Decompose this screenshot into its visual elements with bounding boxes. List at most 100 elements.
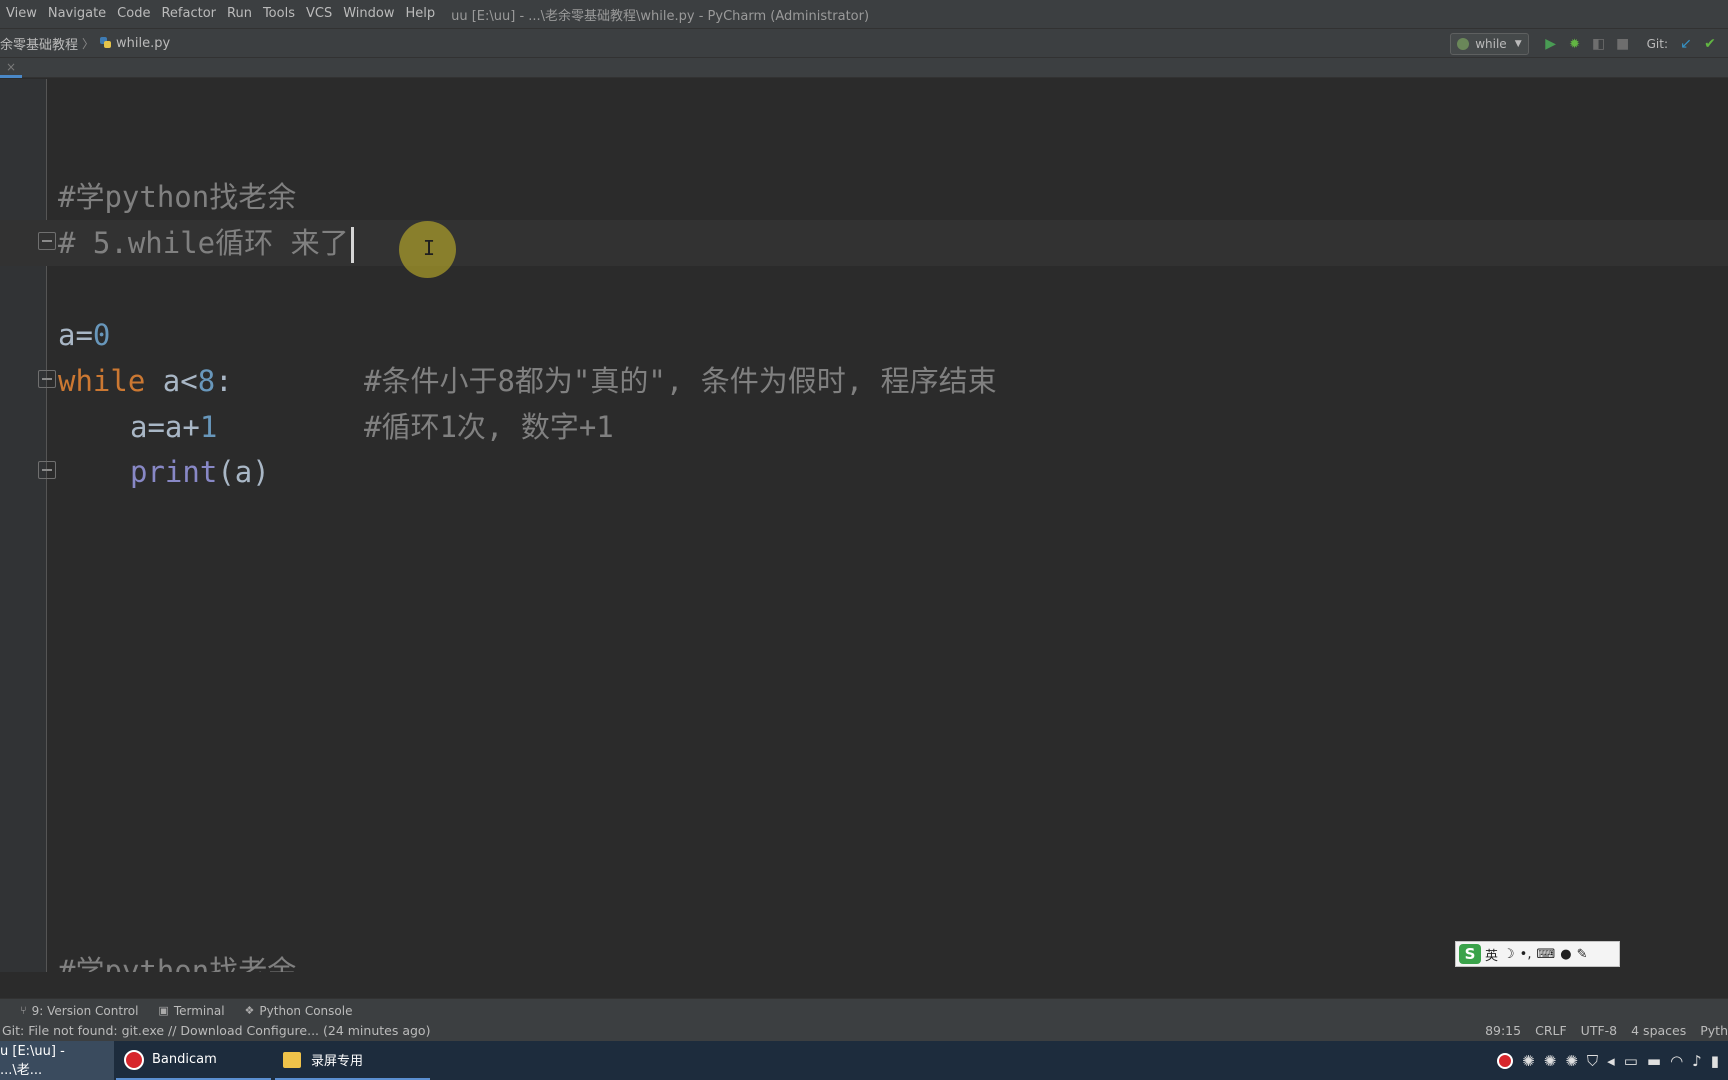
code-number: 8	[197, 364, 216, 398]
breadcrumb-separator: 〉	[82, 36, 95, 51]
caret-position[interactable]: 89:15	[1485, 1023, 1521, 1038]
code-token: a<	[145, 364, 198, 398]
taskbar-item-bandicam-label: Bandicam	[152, 1052, 217, 1067]
record-icon[interactable]	[1497, 1052, 1514, 1069]
git-commit-icon[interactable]: ✔	[1698, 33, 1722, 55]
tray-app-icon[interactable]: ✺	[1544, 1052, 1557, 1070]
indent-setting[interactable]: 4 spaces	[1631, 1023, 1686, 1038]
fold-marker-icon[interactable]	[38, 370, 56, 388]
code-token: (a)	[217, 455, 270, 489]
code-line-6: a=a+1	[130, 404, 217, 450]
toolbar-right: while ▼ ▶ ✹ ◧ ■ Git: ↙ ✔	[1450, 29, 1728, 59]
taskbar-item-pycharm-label: u [E:\uu] - ...\老...	[0, 1043, 65, 1078]
terminal-label: Terminal	[173, 1003, 225, 1018]
git-update-icon[interactable]: ↙	[1674, 33, 1698, 55]
code-line-4: a=0	[58, 312, 110, 358]
menu-code[interactable]: Code	[112, 0, 156, 28]
wrench-icon[interactable]: ✎	[1577, 947, 1588, 962]
status-widgets: 89:15 CRLF UTF-8 4 spaces Pyth	[1471, 1019, 1728, 1041]
python-console-tab[interactable]: ❖ Python Console	[245, 1004, 353, 1018]
system-tray: ✺ ✺ ✺ ⛉ ◂ ▭ ▬ ◠ ♪ ▮	[1497, 1041, 1728, 1080]
code-line-2: # 5.while循环 来了	[58, 220, 354, 266]
chevron-down-icon: ▼	[1514, 39, 1522, 49]
taskbar-item-pycharm[interactable]: u [E:\uu] - ...\老...	[0, 1041, 114, 1080]
menu-refactor[interactable]: Refactor	[156, 0, 222, 28]
interpreter-widget[interactable]: Pyth	[1700, 1023, 1728, 1038]
editor-gutter[interactable]	[0, 79, 47, 972]
run-configuration-select[interactable]: while ▼	[1450, 33, 1529, 55]
run-icon[interactable]: ▶	[1539, 33, 1563, 55]
volume-icon[interactable]: ♪	[1692, 1052, 1702, 1070]
punctuation-icon[interactable]: •,	[1520, 947, 1532, 962]
coverage-icon[interactable]: ◧	[1587, 33, 1611, 55]
code-number: 1	[199, 410, 218, 444]
tray-app-icon[interactable]: ✺	[1565, 1052, 1578, 1070]
tray-app-icon[interactable]: ▭	[1624, 1052, 1638, 1070]
taskbar-item-folder-label: 录屏专用	[311, 1054, 364, 1069]
debug-icon[interactable]: ✹	[1563, 33, 1587, 55]
tray-arrow-icon[interactable]: ◂	[1607, 1052, 1615, 1070]
tray-app-icon[interactable]: ✺	[1522, 1052, 1535, 1070]
fold-marker-icon[interactable]	[38, 232, 56, 250]
menu-vcs[interactable]: VCS	[301, 0, 338, 28]
python-console-label: Python Console	[259, 1003, 353, 1018]
python-file-icon	[99, 36, 113, 50]
status-bar: Git: File not found: git.exe // Download…	[0, 1019, 1728, 1041]
code-token: :	[215, 364, 233, 398]
shield-icon[interactable]: ⛉	[1587, 1052, 1598, 1070]
menu-help[interactable]: Help	[400, 0, 441, 28]
git-label: Git:	[1646, 37, 1668, 51]
code-line-5: while a<8:	[58, 358, 233, 404]
breadcrumb-file-label: while.py	[116, 35, 171, 51]
code-token: a=	[58, 318, 93, 352]
menu-window[interactable]: Window	[338, 0, 400, 28]
code-keyword: while	[58, 364, 146, 398]
version-control-label: 9: Version Control	[31, 1003, 139, 1018]
window-title: uu [E:\uu] - ...\老余零基础教程\while.py - PyCh…	[451, 8, 870, 24]
bandicam-icon	[124, 1049, 144, 1070]
windows-taskbar: u [E:\uu] - ...\老... Bandicam 录屏专用 ✺ ✺ ✺…	[0, 1041, 1728, 1080]
editor-tab-strip: ×	[0, 58, 1728, 78]
user-icon[interactable]: ●	[1560, 947, 1571, 962]
code-line-7: print(a)	[130, 449, 270, 495]
line-separator[interactable]: CRLF	[1535, 1023, 1567, 1038]
code-number: 0	[92, 318, 111, 352]
code-line-1: #学python找老余	[58, 180, 297, 214]
breadcrumb-folder[interactable]: 余零基础教程	[0, 34, 78, 53]
python-console-icon: ❖	[244, 1004, 255, 1017]
stop-icon[interactable]: ■	[1611, 33, 1635, 55]
run-configuration-label: while	[1475, 37, 1507, 51]
terminal-tab[interactable]: ▣ Terminal	[158, 1004, 224, 1018]
breadcrumb-file[interactable]: while.py	[99, 36, 170, 51]
sogou-logo-icon[interactable]: S	[1459, 944, 1481, 964]
mouse-cursor-highlight: I	[399, 221, 456, 278]
battery-icon[interactable]: ▬	[1647, 1052, 1661, 1070]
code-comment: #循环1次, 数字+1	[364, 410, 614, 444]
moon-icon[interactable]: ☽	[1503, 947, 1515, 962]
taskbar-item-folder[interactable]: 录屏专用	[275, 1041, 430, 1080]
branch-icon: ⑂	[20, 1004, 27, 1017]
status-message[interactable]: Git: File not found: git.exe // Download…	[2, 1023, 430, 1038]
version-control-tab[interactable]: ⑂ 9: Version Control	[20, 1004, 138, 1018]
ime-mode[interactable]: 英	[1485, 945, 1498, 964]
menu-bar: View Navigate Code Refactor Run Tools VC…	[0, 0, 1728, 28]
microphone-icon[interactable]: ▮	[1711, 1052, 1719, 1070]
file-encoding[interactable]: UTF-8	[1581, 1023, 1617, 1038]
menu-navigate[interactable]: Navigate	[43, 0, 112, 28]
close-tab-icon[interactable]: ×	[0, 58, 22, 78]
taskbar-item-bandicam[interactable]: Bandicam	[116, 1041, 271, 1080]
code-comment: #条件小于8都为"真的", 条件为假时, 程序结束	[364, 364, 997, 398]
keyboard-icon[interactable]: ⌨	[1536, 947, 1555, 962]
text-cursor	[350, 227, 354, 263]
fold-marker-icon[interactable]	[38, 461, 56, 479]
code-line-2-text: # 5.while循环 来了	[58, 226, 349, 260]
code-editor[interactable]: #学python找老余 # 5.while循环 来了 a=0 while a<8…	[0, 79, 1728, 972]
text-cursor-icon: I	[423, 236, 436, 260]
menu-tools[interactable]: Tools	[258, 0, 301, 28]
wifi-icon[interactable]: ◠	[1670, 1052, 1683, 1070]
terminal-icon: ▣	[158, 1004, 169, 1017]
folder-icon	[283, 1051, 301, 1068]
menu-run[interactable]: Run	[222, 0, 258, 28]
menu-view[interactable]: View	[0, 0, 43, 28]
ime-toolbar[interactable]: S 英 ☽ •, ⌨ ● ✎	[1455, 941, 1620, 967]
